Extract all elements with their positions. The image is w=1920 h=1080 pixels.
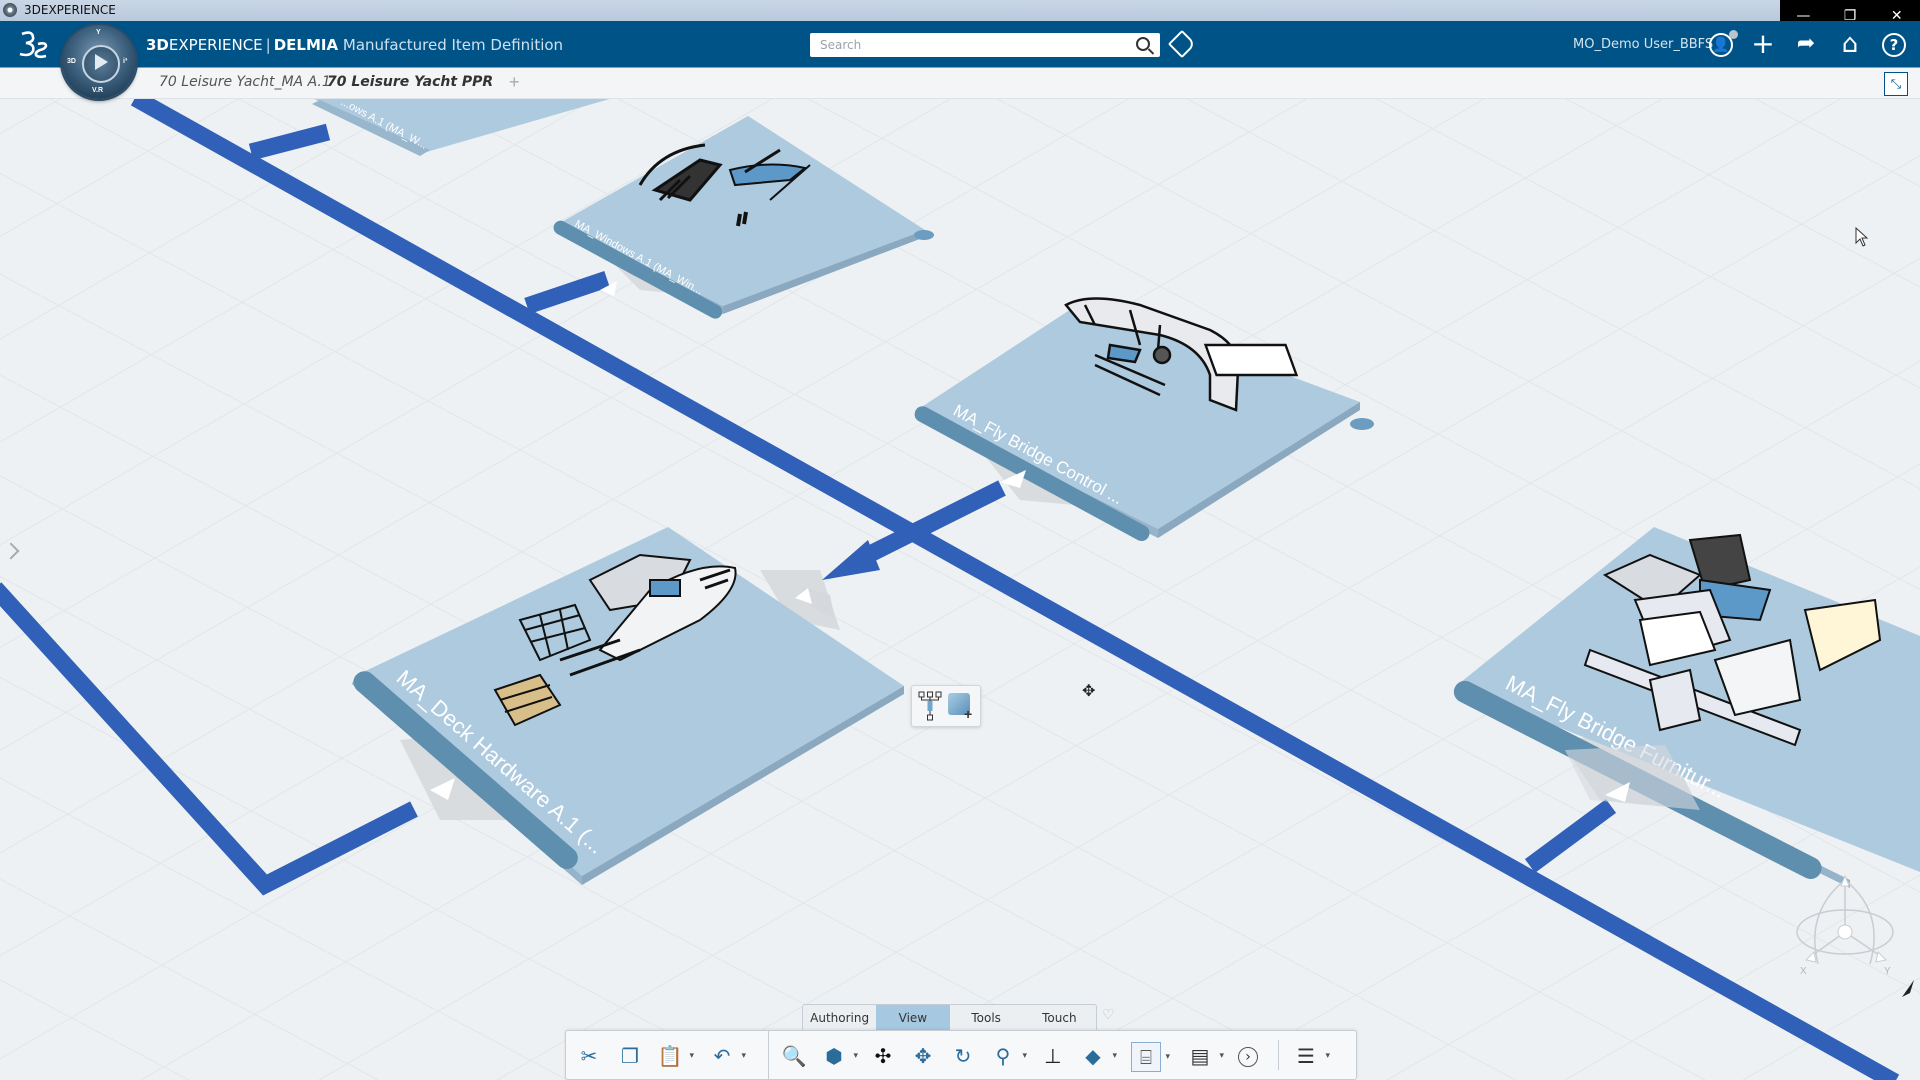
robot-compass-icon[interactable]: X Y xyxy=(1790,872,1900,982)
fullscreen-toggle-icon[interactable]: ⤡ xyxy=(1884,72,1908,96)
add-icon: + xyxy=(964,706,973,722)
compass-label-right: i³ xyxy=(123,58,128,65)
panel-dropdown-icon[interactable]: ▾ xyxy=(1219,1042,1224,1070)
pan-icon[interactable]: ✥ xyxy=(909,1042,937,1070)
tree-reorder-icon[interactable] xyxy=(918,691,942,721)
brand-suffix: EXPERIENCE xyxy=(168,36,263,54)
3d-viewer[interactable]: ...ows A.1 (MA_W... MA_Windows A.1 (MA_W… xyxy=(0,99,1920,1080)
panel-layout-icon[interactable]: ▤ ▾ xyxy=(1186,1042,1224,1070)
branch-stub[interactable] xyxy=(1524,799,1617,873)
avatar-icon[interactable]: 👤 xyxy=(1709,30,1738,57)
brand-separator: | xyxy=(265,36,271,54)
tree-dropdown-icon[interactable]: ▾ xyxy=(1325,1042,1330,1070)
compass-label-left: 3D xyxy=(67,58,76,65)
expand-handle-icon[interactable] xyxy=(914,230,934,240)
app-icon xyxy=(3,3,17,17)
expand-handle-icon[interactable] xyxy=(1350,418,1374,430)
paste-glyph: 📋 xyxy=(657,1044,683,1068)
zoom-dropdown-icon[interactable]: ▾ xyxy=(1022,1042,1027,1070)
cylinder-dropdown-icon[interactable]: ▾ xyxy=(1165,1043,1170,1071)
search-box xyxy=(810,33,1160,57)
undo-icon[interactable]: ↶ ▾ xyxy=(708,1042,746,1070)
branch-stub[interactable] xyxy=(524,270,610,315)
fit-all-icon[interactable]: 🔍 xyxy=(780,1042,808,1070)
cylinder-display-icon[interactable]: ⌸ ▾ xyxy=(1131,1042,1170,1072)
cut-icon[interactable]: ✂ xyxy=(575,1042,603,1070)
play-icon[interactable] xyxy=(95,54,108,70)
tab-view[interactable]: View xyxy=(876,1005,950,1031)
toolbar-separator xyxy=(1278,1040,1279,1070)
node-plate-top[interactable]: ...ows A.1 (MA_W... xyxy=(312,99,613,156)
rotate-icon[interactable]: ↻ xyxy=(949,1042,977,1070)
left-connector[interactable] xyxy=(0,582,418,896)
cylinder-glyph: ⌸ xyxy=(1140,1045,1152,1069)
shading-glyph: ◆ xyxy=(1085,1044,1101,1068)
view-cube-glyph: ⬢ xyxy=(825,1044,843,1068)
toolbar-separator xyxy=(768,1031,769,1079)
window-titlebar: 3DEXPERIENCE xyxy=(0,0,1920,22)
move-cursor-icon: ✥ xyxy=(1082,683,1096,700)
tag-icon[interactable] xyxy=(1167,29,1197,59)
x-axis-label: X xyxy=(1800,966,1807,977)
paste-dropdown-icon[interactable]: ▾ xyxy=(689,1042,694,1070)
add-icon[interactable]: + xyxy=(1750,30,1776,58)
home-icon[interactable]: ⌂ xyxy=(1837,31,1863,57)
undo-glyph: ↶ xyxy=(713,1044,731,1068)
app-brand: 3DEXPERIENCE | DELMIA Manufactured Item De… xyxy=(146,36,563,54)
resize-grip-icon[interactable] xyxy=(1900,979,1916,999)
zoom-glyph: ⚲ xyxy=(995,1044,1011,1068)
paste-icon[interactable]: 📋 ▾ xyxy=(656,1042,694,1070)
tab-leisure-yacht-ma[interactable]: 70 Leisure Yacht_MA A.1 xyxy=(159,74,331,90)
action-bar-tabs: Authoring View Tools Touch xyxy=(802,1004,1097,1031)
view-dropdown-icon[interactable]: ▾ xyxy=(853,1042,858,1070)
ds-logo-icon[interactable] xyxy=(16,28,50,60)
compass-label-top: Y xyxy=(96,29,101,36)
brand-prefix: 3D xyxy=(146,36,169,54)
zoom-icon[interactable]: ⚲ ▾ xyxy=(989,1042,1027,1070)
search-input[interactable] xyxy=(818,33,1122,57)
window-title: 3DEXPERIENCE xyxy=(24,3,116,17)
normal-view-icon[interactable]: ⊥ xyxy=(1039,1042,1067,1070)
action-bar-collapse-icon[interactable]: ♡ xyxy=(1102,1006,1115,1023)
shading-icon[interactable]: ◆ ▾ xyxy=(1079,1042,1117,1070)
top-bar: 3DEXPERIENCE | DELMIA Manufactured Item De… xyxy=(0,21,1920,68)
help-icon[interactable]: ? xyxy=(1882,33,1906,57)
scene-svg[interactable]: ...ows A.1 (MA_W... MA_Windows A.1 (MA_W… xyxy=(0,99,1920,1080)
tab-bar: 70 Leisure Yacht_MA A.1 70 Leisure Yacht… xyxy=(0,68,1920,99)
context-toolbar: + xyxy=(911,685,981,727)
panel-glyph: ▤ xyxy=(1190,1044,1210,1068)
brand-product: DELMIA xyxy=(273,36,339,54)
mouse-pointer-icon xyxy=(1855,227,1869,247)
next-icon[interactable]: › xyxy=(1238,1047,1258,1067)
tab-authoring[interactable]: Authoring xyxy=(803,1005,876,1031)
view-cube-icon[interactable]: ⬢ ▾ xyxy=(820,1042,858,1070)
action-bar: ✂ ❐ 📋 ▾ ↶ ▾ 🔍 ⬢ ▾ ✣ ✥ ↻ ⚲ ▾ ⊥ ◆ ▾ ⌸ ▾ ▤ ▾ › ☰ ▾ xyxy=(565,1030,1357,1080)
tab-touch[interactable]: Touch xyxy=(1023,1005,1096,1031)
node-plate-fly-bridge-furniture[interactable]: MA_Fly Bridge Furnitur... xyxy=(1450,527,1920,888)
copy-icon[interactable]: ❐ xyxy=(616,1042,644,1070)
branch-stub[interactable] xyxy=(248,123,331,161)
tab-leisure-yacht-ppr[interactable]: 70 Leisure Yacht PPR - Con xyxy=(327,74,497,90)
compass-icon[interactable]: Y 3D i³ V.R xyxy=(62,25,136,99)
add-tab-button[interactable]: + xyxy=(509,72,520,93)
undo-dropdown-icon[interactable]: ▾ xyxy=(741,1042,746,1070)
tree-glyph: ☰ xyxy=(1297,1044,1315,1068)
zoom-extents-icon[interactable]: ✣ xyxy=(869,1042,897,1070)
app-name: Manufactured Item Definition xyxy=(342,36,564,54)
tab-tools[interactable]: Tools xyxy=(950,1005,1023,1031)
tree-structure-icon[interactable]: ☰ ▾ xyxy=(1292,1042,1330,1070)
user-name[interactable]: MO_Demo User_BBFS xyxy=(1573,37,1713,52)
search-icon[interactable] xyxy=(1136,37,1150,51)
shading-dropdown-icon[interactable]: ▾ xyxy=(1112,1042,1117,1070)
compass-label-bottom: V.R xyxy=(92,87,104,94)
y-axis-label: Y xyxy=(1884,966,1891,977)
share-icon[interactable]: ➦ xyxy=(1793,31,1819,57)
